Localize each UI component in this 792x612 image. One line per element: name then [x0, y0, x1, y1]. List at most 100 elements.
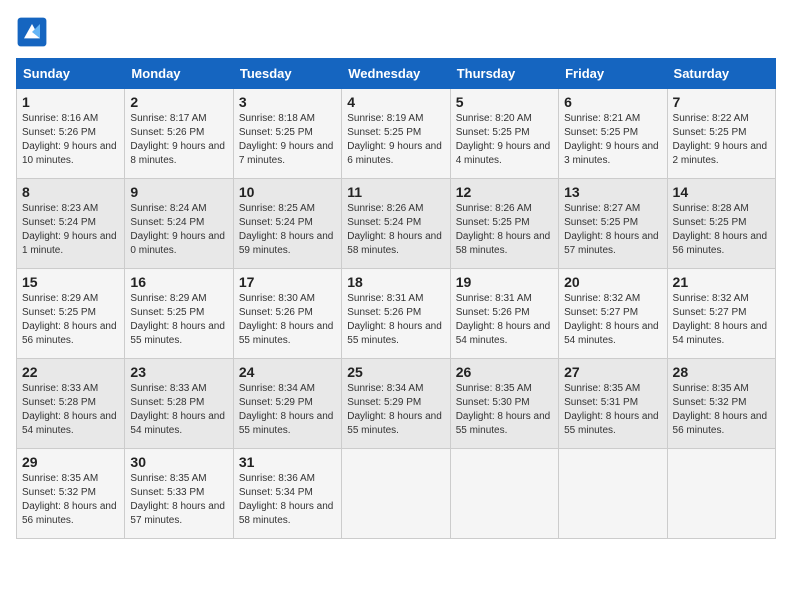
calendar-cell: 8 Sunrise: 8:23 AMSunset: 5:24 PMDaylight…: [17, 179, 125, 269]
day-number: 14: [673, 184, 770, 200]
calendar-week-1: 1 Sunrise: 8:16 AMSunset: 5:26 PMDaylight…: [17, 89, 776, 179]
calendar-cell: 2 Sunrise: 8:17 AMSunset: 5:26 PMDaylight…: [125, 89, 233, 179]
day-info: Sunrise: 8:17 AMSunset: 5:26 PMDaylight:…: [130, 112, 227, 168]
day-number: 20: [564, 274, 661, 290]
day-info: Sunrise: 8:21 AMSunset: 5:25 PMDaylight:…: [564, 112, 661, 168]
day-number: 29: [22, 454, 119, 470]
day-number: 22: [22, 364, 119, 380]
day-number: 19: [456, 274, 553, 290]
day-info: Sunrise: 8:27 AMSunset: 5:25 PMDaylight:…: [564, 202, 661, 258]
calendar-cell: 30 Sunrise: 8:35 AMSunset: 5:33 PMDayligh…: [125, 449, 233, 539]
calendar-cell: 31 Sunrise: 8:36 AMSunset: 5:34 PMDayligh…: [233, 449, 341, 539]
day-info: Sunrise: 8:29 AMSunset: 5:25 PMDaylight:…: [22, 292, 119, 348]
calendar-cell: 20 Sunrise: 8:32 AMSunset: 5:27 PMDayligh…: [559, 269, 667, 359]
day-number: 23: [130, 364, 227, 380]
day-header-wednesday: Wednesday: [342, 59, 450, 89]
day-header-tuesday: Tuesday: [233, 59, 341, 89]
day-number: 3: [239, 94, 336, 110]
day-number: 7: [673, 94, 770, 110]
day-number: 27: [564, 364, 661, 380]
calendar-cell: 22 Sunrise: 8:33 AMSunset: 5:28 PMDayligh…: [17, 359, 125, 449]
calendar-week-4: 22 Sunrise: 8:33 AMSunset: 5:28 PMDayligh…: [17, 359, 776, 449]
calendar-cell: 13 Sunrise: 8:27 AMSunset: 5:25 PMDayligh…: [559, 179, 667, 269]
day-number: 12: [456, 184, 553, 200]
calendar-cell: [667, 449, 775, 539]
logo-icon: [16, 16, 48, 48]
calendar-cell: 4Sunrise: 8:19 AMSunset: 5:25 PMDaylight…: [342, 89, 450, 179]
calendar-cell: 17 Sunrise: 8:30 AMSunset: 5:26 PMDayligh…: [233, 269, 341, 359]
day-info: Sunrise: 8:34 AMSunset: 5:29 PMDaylight:…: [239, 382, 336, 438]
logo: [16, 16, 52, 48]
calendar-cell: 19Sunrise: 8:31 AMSunset: 5:26 PMDayligh…: [450, 269, 558, 359]
day-info: Sunrise: 8:34 AMSunset: 5:29 PMDaylight:…: [347, 382, 444, 438]
day-number: 13: [564, 184, 661, 200]
calendar-cell: 21 Sunrise: 8:32 AMSunset: 5:27 PMDayligh…: [667, 269, 775, 359]
day-number: 1: [22, 94, 119, 110]
day-number: 26: [456, 364, 553, 380]
calendar-cell: 16 Sunrise: 8:29 AMSunset: 5:25 PMDayligh…: [125, 269, 233, 359]
day-number: 25: [347, 364, 444, 380]
day-header-monday: Monday: [125, 59, 233, 89]
calendar-cell: [342, 449, 450, 539]
calendar-week-2: 8 Sunrise: 8:23 AMSunset: 5:24 PMDaylight…: [17, 179, 776, 269]
calendar-cell: 11Sunrise: 8:26 AMSunset: 5:24 PMDayligh…: [342, 179, 450, 269]
calendar-cell: 7Sunrise: 8:22 AMSunset: 5:25 PMDaylight…: [667, 89, 775, 179]
calendar-cell: 5Sunrise: 8:20 AMSunset: 5:25 PMDaylight…: [450, 89, 558, 179]
day-header-friday: Friday: [559, 59, 667, 89]
day-number: 17: [239, 274, 336, 290]
calendar-cell: 6Sunrise: 8:21 AMSunset: 5:25 PMDaylight…: [559, 89, 667, 179]
calendar-week-3: 15 Sunrise: 8:29 AMSunset: 5:25 PMDayligh…: [17, 269, 776, 359]
day-info: Sunrise: 8:33 AMSunset: 5:28 PMDaylight:…: [130, 382, 227, 438]
calendar-cell: 29 Sunrise: 8:35 AMSunset: 5:32 PMDayligh…: [17, 449, 125, 539]
day-number: 15: [22, 274, 119, 290]
day-info: Sunrise: 8:36 AMSunset: 5:34 PMDaylight:…: [239, 472, 336, 528]
day-info: Sunrise: 8:33 AMSunset: 5:28 PMDaylight:…: [22, 382, 119, 438]
calendar-cell: 10Sunrise: 8:25 AMSunset: 5:24 PMDayligh…: [233, 179, 341, 269]
day-number: 31: [239, 454, 336, 470]
calendar-cell: 14 Sunrise: 8:28 AMSunset: 5:25 PMDayligh…: [667, 179, 775, 269]
day-info: Sunrise: 8:26 AMSunset: 5:24 PMDaylight:…: [347, 202, 444, 258]
day-number: 21: [673, 274, 770, 290]
day-info: Sunrise: 8:30 AMSunset: 5:26 PMDaylight:…: [239, 292, 336, 348]
day-info: Sunrise: 8:35 AMSunset: 5:33 PMDaylight:…: [130, 472, 227, 528]
day-header-sunday: Sunday: [17, 59, 125, 89]
day-info: Sunrise: 8:29 AMSunset: 5:25 PMDaylight:…: [130, 292, 227, 348]
day-info: Sunrise: 8:16 AMSunset: 5:26 PMDaylight:…: [22, 112, 119, 168]
day-info: Sunrise: 8:32 AMSunset: 5:27 PMDaylight:…: [673, 292, 770, 348]
calendar-header: SundayMondayTuesdayWednesdayThursdayFrid…: [17, 59, 776, 89]
day-number: 5: [456, 94, 553, 110]
day-number: 18: [347, 274, 444, 290]
calendar-body: 1 Sunrise: 8:16 AMSunset: 5:26 PMDaylight…: [17, 89, 776, 539]
day-info: Sunrise: 8:23 AMSunset: 5:24 PMDaylight:…: [22, 202, 119, 258]
calendar-cell: 9 Sunrise: 8:24 AMSunset: 5:24 PMDaylight…: [125, 179, 233, 269]
calendar-cell: 18Sunrise: 8:31 AMSunset: 5:26 PMDayligh…: [342, 269, 450, 359]
day-number: 16: [130, 274, 227, 290]
day-info: Sunrise: 8:35 AMSunset: 5:32 PMDaylight:…: [673, 382, 770, 438]
calendar-cell: 3 Sunrise: 8:18 AMSunset: 5:25 PMDaylight…: [233, 89, 341, 179]
day-number: 9: [130, 184, 227, 200]
day-number: 24: [239, 364, 336, 380]
calendar-week-5: 29 Sunrise: 8:35 AMSunset: 5:32 PMDayligh…: [17, 449, 776, 539]
day-info: Sunrise: 8:35 AMSunset: 5:31 PMDaylight:…: [564, 382, 661, 438]
calendar-cell: [450, 449, 558, 539]
day-info: Sunrise: 8:18 AMSunset: 5:25 PMDaylight:…: [239, 112, 336, 168]
day-info: Sunrise: 8:24 AMSunset: 5:24 PMDaylight:…: [130, 202, 227, 258]
header: [16, 16, 776, 48]
day-info: Sunrise: 8:26 AMSunset: 5:25 PMDaylight:…: [456, 202, 553, 258]
calendar-table: SundayMondayTuesdayWednesdayThursdayFrid…: [16, 58, 776, 539]
calendar-cell: 23 Sunrise: 8:33 AMSunset: 5:28 PMDayligh…: [125, 359, 233, 449]
day-info: Sunrise: 8:32 AMSunset: 5:27 PMDaylight:…: [564, 292, 661, 348]
day-info: Sunrise: 8:35 AMSunset: 5:30 PMDaylight:…: [456, 382, 553, 438]
day-number: 8: [22, 184, 119, 200]
day-number: 10: [239, 184, 336, 200]
day-number: 30: [130, 454, 227, 470]
day-info: Sunrise: 8:28 AMSunset: 5:25 PMDaylight:…: [673, 202, 770, 258]
calendar-cell: 26 Sunrise: 8:35 AMSunset: 5:30 PMDayligh…: [450, 359, 558, 449]
calendar-cell: 27 Sunrise: 8:35 AMSunset: 5:31 PMDayligh…: [559, 359, 667, 449]
day-number: 2: [130, 94, 227, 110]
calendar-cell: 25 Sunrise: 8:34 AMSunset: 5:29 PMDayligh…: [342, 359, 450, 449]
day-info: Sunrise: 8:35 AMSunset: 5:32 PMDaylight:…: [22, 472, 119, 528]
calendar-cell: 24 Sunrise: 8:34 AMSunset: 5:29 PMDayligh…: [233, 359, 341, 449]
day-number: 4: [347, 94, 444, 110]
day-header-saturday: Saturday: [667, 59, 775, 89]
